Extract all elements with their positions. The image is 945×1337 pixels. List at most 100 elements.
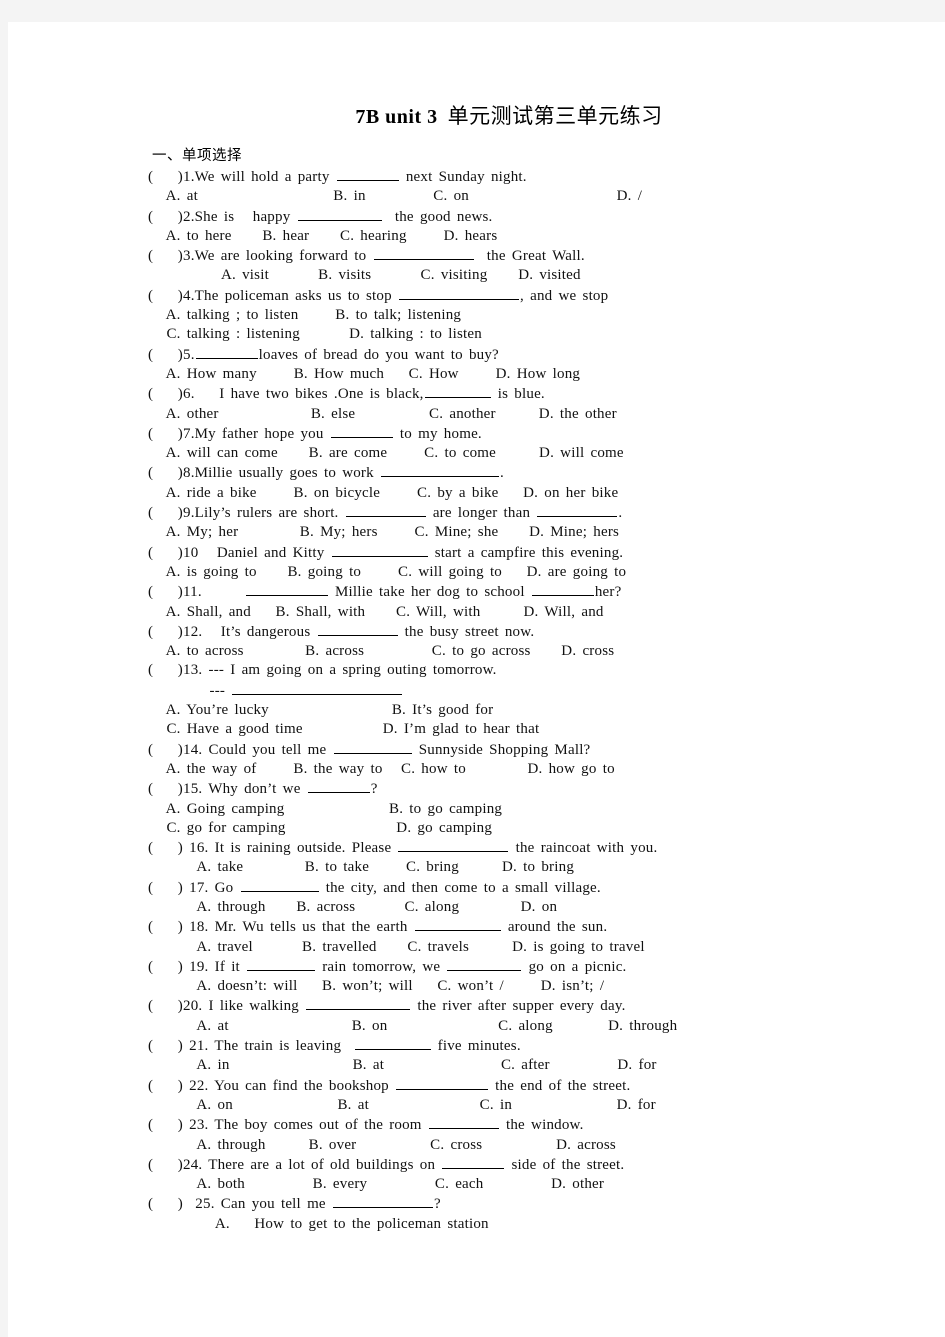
- text-run: Lily’s rulers are short.: [194, 505, 345, 522]
- option-line[interactable]: A. in B. at C. after D. for: [144, 1056, 844, 1075]
- answer-blank[interactable]: [354, 1036, 431, 1051]
- answer-bracket[interactable]: ( )8.: [148, 465, 195, 481]
- option-line[interactable]: A. the way of B. the way to C. how to D.…: [144, 760, 844, 779]
- answer-blank[interactable]: [307, 779, 370, 794]
- answer-bracket[interactable]: ( )15.: [148, 781, 202, 797]
- answer-blank[interactable]: [297, 207, 382, 221]
- answer-blank[interactable]: [537, 503, 618, 518]
- option-line[interactable]: A. How many B. How much C. How D. How lo…: [144, 365, 844, 384]
- answer-blank[interactable]: [447, 957, 522, 971]
- answer-bracket[interactable]: ( ) 23.: [148, 1117, 209, 1133]
- answer-bracket[interactable]: ( )3.: [148, 248, 195, 264]
- answer-bracket[interactable]: ( )5.: [148, 347, 195, 363]
- text-run: the busy street now.: [398, 623, 535, 640]
- answer-blank[interactable]: [373, 246, 474, 261]
- option-line[interactable]: A. other B. else C. another D. the other: [144, 405, 844, 424]
- answer-bracket[interactable]: ( )4.: [148, 288, 195, 304]
- answer-blank[interactable]: [396, 1076, 489, 1090]
- answer-blank[interactable]: [414, 917, 501, 932]
- option-line[interactable]: A. through B. across C. along D. on: [144, 898, 844, 917]
- option-line[interactable]: A. both B. every C. each D. other: [144, 1175, 844, 1194]
- answer-bracket[interactable]: ( )11.: [148, 584, 202, 600]
- answer-blank[interactable]: [531, 582, 594, 597]
- option-line[interactable]: C. go for camping D. go camping: [144, 819, 844, 838]
- answer-blank[interactable]: [380, 463, 499, 478]
- question-item: ( )13. --- I am going on a spring outing…: [144, 661, 844, 739]
- answer-blank[interactable]: [240, 878, 319, 892]
- option-line[interactable]: A. at B. in C. on D. /: [144, 187, 844, 206]
- option-line[interactable]: A. through B. over C. cross D. across: [144, 1136, 844, 1155]
- text-run: Sunnyside Shopping Mall?: [412, 741, 591, 758]
- answer-bracket[interactable]: ( ) 17.: [148, 880, 209, 896]
- question-item: ( ) 25. Can you tell me ? A. How to get …: [144, 1194, 844, 1234]
- answer-blank[interactable]: [336, 167, 399, 181]
- option-line[interactable]: A. will can come B. are come C. to come …: [144, 444, 844, 463]
- answer-blank[interactable]: [317, 622, 398, 636]
- answer-blank[interactable]: [330, 424, 393, 438]
- text-run: I like walking: [202, 998, 306, 1015]
- answer-bracket[interactable]: ( )9.: [148, 505, 195, 521]
- question-item: ( ) 21. The train is leaving five minute…: [144, 1036, 844, 1076]
- option-line[interactable]: A. How to get to the policeman station: [144, 1215, 844, 1234]
- question-item: ( ) 16. It is raining outside. Please th…: [144, 838, 844, 878]
- option-line[interactable]: A. on B. at C. in D. for: [144, 1096, 844, 1115]
- answer-bracket[interactable]: ( )24.: [148, 1157, 202, 1173]
- question-stem: ( ) 18. Mr. Wu tells us that the earth a…: [144, 917, 844, 937]
- option-line[interactable]: A. to here B. hear C. hearing D. hears: [144, 227, 844, 246]
- option-line[interactable]: A. talking ; to listen B. to talk; liste…: [144, 306, 844, 325]
- answer-blank[interactable]: [306, 996, 411, 1011]
- text-run: Mr. Wu tells us that the earth: [208, 919, 414, 936]
- answer-bracket[interactable]: ( ) 19.: [148, 959, 209, 975]
- answer-bracket[interactable]: ( )12.: [148, 624, 202, 640]
- answer-blank[interactable]: [424, 384, 491, 399]
- option-line[interactable]: C. Have a good time D. I’m glad to hear …: [144, 720, 844, 739]
- answer-blank[interactable]: [245, 582, 328, 597]
- answer-blank[interactable]: [195, 345, 258, 359]
- answer-bracket[interactable]: ( ) 16.: [148, 840, 209, 856]
- answer-blank[interactable]: [398, 838, 509, 853]
- option-line[interactable]: A. doesn’t: will B. won’t; will C. won’t…: [144, 977, 844, 996]
- text-run: around the sun.: [501, 919, 608, 936]
- answer-blank[interactable]: [428, 1115, 499, 1130]
- option-line[interactable]: A. is going to B. going to C. will going…: [144, 563, 844, 582]
- answer-bracket[interactable]: ( ) 22.: [148, 1078, 209, 1094]
- answer-bracket[interactable]: ( )20.: [148, 998, 202, 1014]
- option-line[interactable]: C. talking : listening D. talking : to l…: [144, 325, 844, 344]
- answer-bracket[interactable]: ( )13.: [148, 662, 202, 678]
- option-line[interactable]: A. take B. to take C. bring D. to bring: [144, 858, 844, 877]
- answer-bracket[interactable]: ( )6.: [148, 386, 195, 402]
- answer-blank[interactable]: [398, 286, 519, 300]
- answer-bracket[interactable]: ( ) 18.: [148, 919, 209, 935]
- answer-blank[interactable]: [333, 740, 412, 754]
- answer-bracket[interactable]: ( ) 25.: [148, 1196, 215, 1212]
- option-line[interactable]: A. Going camping B. to go camping: [144, 800, 844, 819]
- text-run: the raincoat with you.: [509, 840, 658, 857]
- option-line[interactable]: A. ride a bike B. on bicycle C. by a bik…: [144, 484, 844, 503]
- option-line[interactable]: A. at B. on C. along D. through: [144, 1017, 844, 1036]
- question-item: ( )24. There are a lot of old buildings …: [144, 1155, 844, 1195]
- question-item: ( ) 17. Go the city, and then come to a …: [144, 878, 844, 918]
- option-line[interactable]: A. travel B. travelled C. travels D. is …: [144, 938, 844, 957]
- answer-blank[interactable]: [332, 1194, 433, 1209]
- question-stem: ( ) 21. The train is leaving five minute…: [144, 1036, 844, 1056]
- option-line[interactable]: A. Shall, and B. Shall, with C. Will, wi…: [144, 603, 844, 622]
- option-line[interactable]: A. My; her B. My; hers C. Mine; she D. M…: [144, 523, 844, 542]
- answer-bracket[interactable]: ( )7.: [148, 426, 195, 442]
- answer-bracket[interactable]: ( )1.: [148, 169, 195, 185]
- answer-bracket[interactable]: ( ) 21.: [148, 1038, 209, 1054]
- question-stem: ( ) 22. You can find the bookshop the en…: [144, 1076, 844, 1096]
- answer-blank[interactable]: [345, 503, 426, 518]
- option-line[interactable]: A. You’re lucky B. It’s good for: [144, 701, 844, 720]
- answer-bracket[interactable]: ( )2.: [148, 209, 195, 225]
- answer-blank[interactable]: [331, 543, 428, 557]
- answer-bracket[interactable]: ( )10: [148, 545, 198, 561]
- answer-bracket[interactable]: ( )14.: [148, 742, 202, 758]
- answer-blank[interactable]: [247, 957, 316, 971]
- question-stem: ( )6. I have two bikes .One is black, is…: [144, 384, 844, 404]
- answer-blank[interactable]: [232, 681, 403, 695]
- question-item: ( )1.We will hold a party next Sunday ni…: [144, 167, 844, 207]
- answer-blank[interactable]: [442, 1155, 505, 1169]
- option-line[interactable]: A. visit B. visits C. visiting D. visite…: [144, 266, 844, 285]
- option-line[interactable]: A. to across B. across C. to go across D…: [144, 642, 844, 661]
- text-run: is blue.: [491, 386, 545, 403]
